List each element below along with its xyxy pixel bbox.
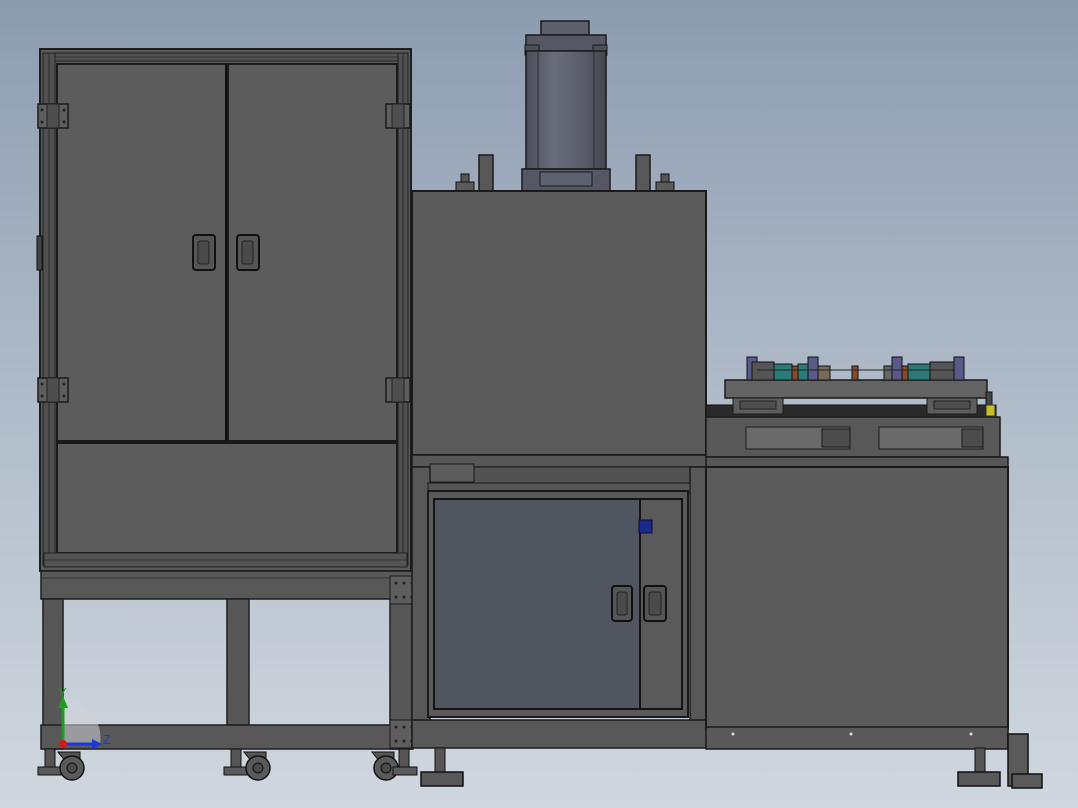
leveling-foot — [420, 747, 464, 787]
indicator-light — [638, 519, 653, 534]
hinge-icon — [37, 103, 69, 129]
guide-post — [635, 154, 651, 193]
cad-viewport[interactable]: Y Z — [0, 0, 1078, 808]
door-handle-icon[interactable] — [643, 585, 667, 622]
door-handle-icon[interactable] — [236, 234, 260, 271]
axis-y-label: Y — [58, 685, 67, 700]
caster-wheel-icon — [223, 748, 271, 781]
left-cabinet — [36, 48, 412, 572]
left-base-frame — [40, 570, 429, 750]
center-lower-frame — [411, 454, 709, 749]
door-handle-icon[interactable] — [611, 585, 633, 622]
side-bracket — [1007, 733, 1043, 789]
press-cylinder — [521, 20, 611, 192]
right-cabinet — [705, 466, 1009, 730]
upper-housing — [411, 190, 707, 456]
axis-z-label: Z — [103, 732, 111, 747]
nut — [455, 173, 475, 193]
guide-post — [478, 154, 494, 193]
lower-cabinet-panel — [56, 442, 398, 554]
caster-wheel-icon — [370, 748, 418, 781]
hinge-icon — [37, 377, 69, 403]
door-handle-icon[interactable] — [192, 234, 216, 271]
coordinate-triad-icon — [58, 696, 102, 749]
nut — [655, 173, 675, 193]
hinge-icon — [385, 377, 411, 403]
hinge-icon — [385, 103, 411, 129]
right-workstation — [705, 404, 1009, 750]
leveling-foot — [957, 747, 1001, 787]
lower-door-window — [433, 498, 641, 710]
machine-drawing: Y Z — [36, 20, 1043, 789]
caster-wheel-icon — [37, 748, 85, 781]
